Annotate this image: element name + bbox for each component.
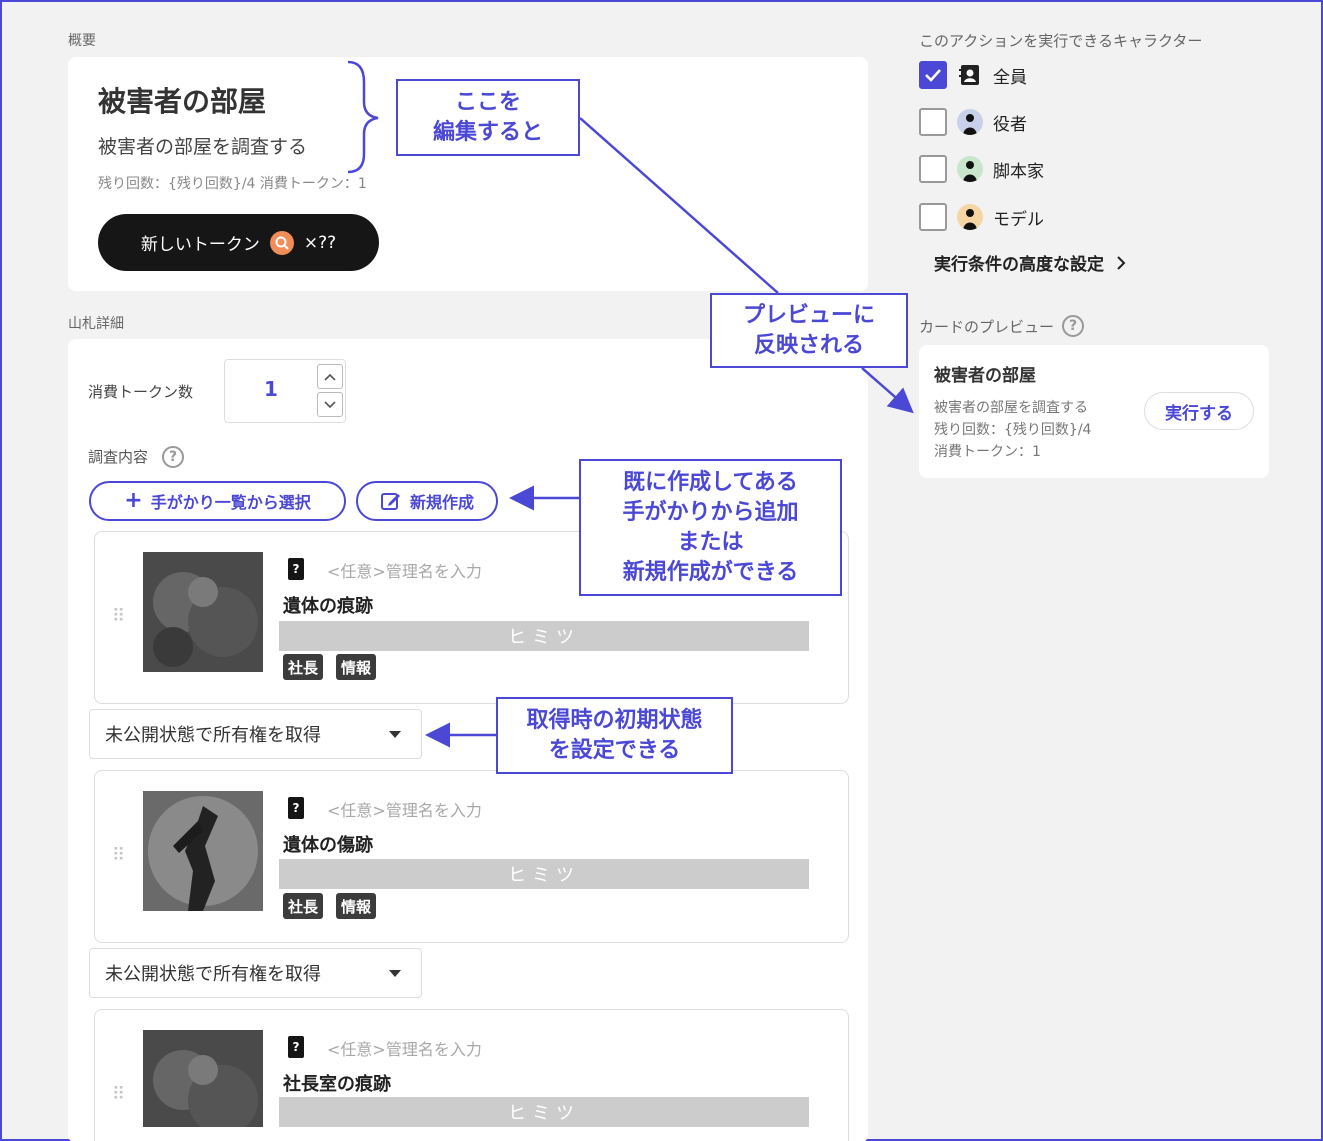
callout-line: 反映される (753, 332, 864, 358)
callout-line: 手がかりから追加 (622, 499, 799, 525)
callout-initial-state: 取得時の初期状態 を設定できる (496, 697, 733, 774)
callout-edit: ここを 編集すると (396, 79, 580, 156)
callout-line: 既に作成してある (623, 469, 798, 495)
callout-preview-reflect: プレビューに 反映される (710, 293, 908, 368)
callout-line: ここを (454, 89, 521, 115)
callout-line: を設定できる (548, 737, 681, 763)
callout-line: 新規作成ができる (622, 559, 799, 585)
callout-line: 編集すると (432, 119, 543, 145)
callout-line: プレビューに (742, 302, 875, 328)
callout-line: 取得時の初期状態 (526, 707, 703, 733)
callout-line: または (677, 529, 744, 555)
callout-add-clues: 既に作成してある 手がかりから追加 または 新規作成ができる (579, 459, 842, 596)
